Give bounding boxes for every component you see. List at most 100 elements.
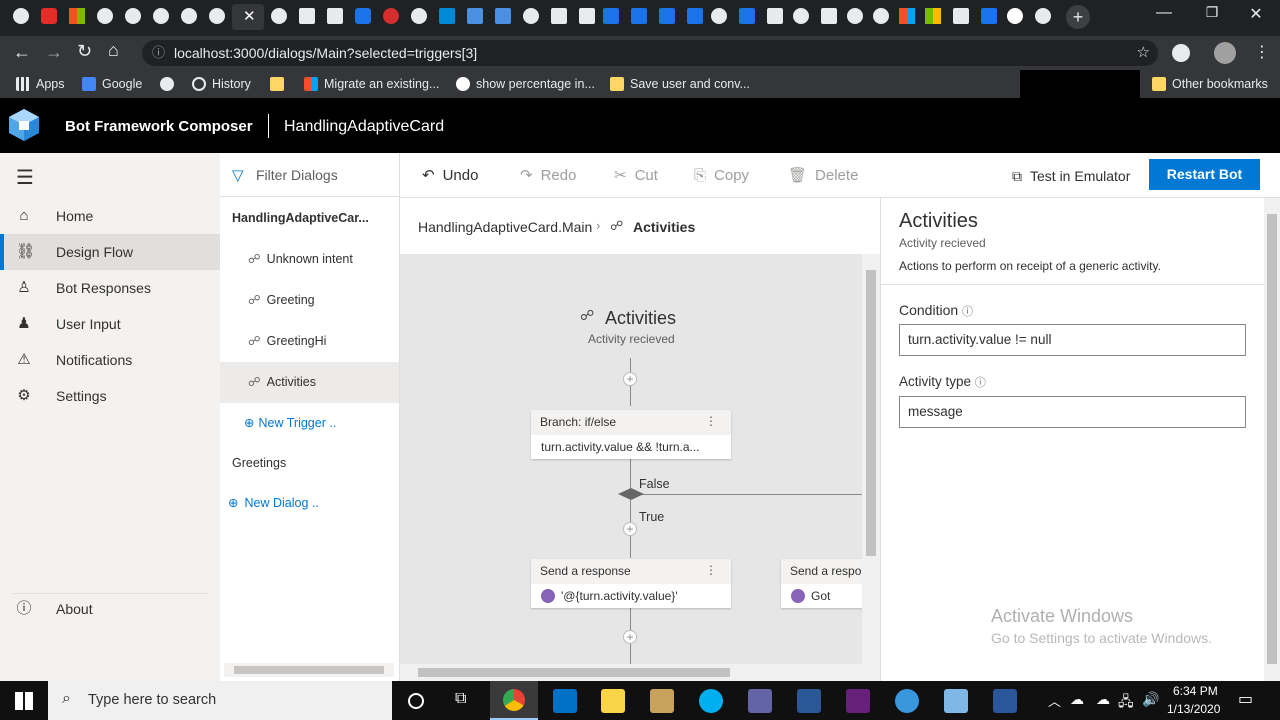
send-response-card[interactable]: Send a response ⋮ '@{turn.activity.value… (531, 559, 731, 608)
bookmark-save-user[interactable]: Save user and conv... (610, 76, 750, 92)
nav-bot-responses[interactable]: ♙ Bot Responses (0, 270, 220, 306)
tab-ne-2[interactable] (324, 5, 346, 27)
scroll-thumb[interactable] (418, 668, 730, 677)
notepad-icon[interactable] (944, 689, 968, 713)
tab-github[interactable] (10, 5, 32, 27)
word-icon[interactable] (993, 689, 1017, 713)
bookmark-migrate-2[interactable]: Migrate an existing... (304, 76, 439, 92)
trigger-activities[interactable]: ☍ Activities (220, 362, 399, 403)
app-icon[interactable] (650, 689, 674, 713)
tab-ne-4[interactable] (576, 5, 598, 27)
more-icon[interactable]: ⋮ (705, 414, 717, 428)
redo-button[interactable]: ↷ Redo (520, 167, 576, 185)
tab-github-9[interactable] (708, 5, 730, 27)
menu-dots-icon[interactable]: ⋮ (1254, 42, 1270, 62)
network-people-icon[interactable]: ☁ (1070, 691, 1084, 708)
outlook-icon[interactable] (553, 689, 577, 713)
tab-ne-6[interactable] (818, 5, 840, 27)
tab-web[interactable] (520, 5, 542, 27)
flow-canvas[interactable]: ☍ Activities Activity recieved + Branch:… (400, 254, 880, 664)
tab-misc[interactable] (790, 5, 812, 27)
scroll-thumb[interactable] (234, 666, 384, 674)
visual-studio-icon[interactable] (846, 689, 870, 713)
nav-notifications[interactable]: ⚠ Notifications (0, 342, 220, 378)
restart-bot-button[interactable]: Restart Bot (1149, 159, 1260, 190)
nav-user-input[interactable]: ♟ User Input (0, 306, 220, 342)
tab-active[interactable]: ✕ (232, 4, 264, 30)
delete-button[interactable]: 🗑 Delete (788, 167, 858, 185)
more-icon[interactable]: ⋮ (705, 563, 717, 577)
condition-input[interactable]: turn.activity.value != null (899, 324, 1246, 356)
hamburger-icon[interactable]: ☰ (16, 165, 34, 190)
test-emulator-button[interactable]: ⧉ Test in Emulator (1012, 167, 1130, 185)
tab-microsoft[interactable] (66, 5, 88, 27)
volume-icon[interactable]: 🔊 (1142, 691, 1159, 708)
tab-google[interactable] (1004, 5, 1026, 27)
dialog-main[interactable]: HandlingAdaptiveCar... (220, 198, 399, 239)
teams-icon[interactable] (748, 689, 772, 713)
skype-icon[interactable] (699, 689, 723, 713)
reload-icon[interactable]: ↻ (77, 41, 92, 62)
tab-github-4[interactable] (150, 5, 172, 27)
url-text[interactable]: localhost:3000/dialogs/Main?selected=tri… (174, 45, 477, 61)
tab-github-5[interactable] (178, 5, 200, 27)
back-icon[interactable]: ← (13, 42, 31, 63)
breadcrumb-current[interactable]: Activities (633, 219, 695, 235)
bookmark-history[interactable]: History (192, 76, 251, 92)
tab-bot-2[interactable] (628, 5, 650, 27)
onedrive-icon[interactable]: ☁ (1096, 691, 1110, 708)
bookmark-migrate[interactable] (270, 76, 290, 92)
tab-github-8[interactable] (408, 5, 430, 27)
clock-date[interactable]: 1/13/2020 (1167, 702, 1220, 716)
breadcrumb-root[interactable]: HandlingAdaptiveCard.Main (418, 219, 592, 235)
tab-github-7[interactable] (268, 5, 290, 27)
activity-type-input[interactable]: message (899, 396, 1246, 428)
tab-ne-5[interactable] (764, 5, 786, 27)
tab-k-2[interactable] (492, 5, 514, 27)
tab-youtube[interactable] (38, 5, 60, 27)
network-icon[interactable]: 🖧 (1118, 691, 1134, 715)
trigger-unknown-intent[interactable]: ☍ Unknown intent (220, 239, 399, 280)
dialog-list-scrollbar[interactable] (224, 663, 394, 677)
branch-card[interactable]: Branch: if/else ⋮ turn.activity.value &&… (531, 410, 731, 459)
scroll-thumb[interactable] (1267, 214, 1277, 664)
add-action-button[interactable]: + (623, 522, 637, 536)
tab-bot[interactable] (600, 5, 622, 27)
nav-home[interactable]: ⌂ Home (0, 198, 220, 234)
tab-azure[interactable] (436, 5, 458, 27)
new-tab-button[interactable]: + (1066, 5, 1090, 29)
taskbar-chrome[interactable] (490, 681, 538, 720)
add-action-button[interactable]: + (623, 372, 637, 386)
bookmark-google[interactable]: Google (82, 76, 142, 92)
extension-icon[interactable] (1172, 44, 1190, 62)
taskbar-search-box[interactable]: ⌕ Type here to search (48, 681, 392, 720)
cut-button[interactable]: ✂ Cut (614, 167, 658, 185)
copy-button[interactable]: ⎘ Copy (694, 167, 749, 185)
tab-ne-3[interactable] (548, 5, 570, 27)
powershell-icon[interactable] (797, 689, 821, 713)
nav-settings[interactable]: ⚙ Settings (0, 378, 220, 414)
tab-todo[interactable] (978, 5, 1000, 27)
add-action-button[interactable]: + (623, 630, 637, 644)
tab-bot-3[interactable] (656, 5, 678, 27)
clock-time[interactable]: 6:34 PM (1173, 684, 1218, 698)
panel-scrollbar[interactable] (1264, 198, 1280, 681)
trigger-greeting[interactable]: ☍ Greeting (220, 280, 399, 321)
tab-bot-4[interactable] (684, 5, 706, 27)
file-explorer-icon[interactable] (601, 689, 625, 713)
nav-design-flow[interactable]: ⛓ Design Flow (0, 234, 220, 270)
nav-about[interactable]: ⓘ About (0, 591, 220, 627)
close-window-button[interactable]: ✕ (1236, 4, 1276, 26)
tab-github-10[interactable] (870, 5, 892, 27)
home-page-icon[interactable]: ⌂ (108, 40, 119, 61)
tab-web-2[interactable] (844, 5, 866, 27)
bookmark-other[interactable]: Other bookmarks (1152, 76, 1268, 92)
tab-github-11[interactable] (1032, 5, 1054, 27)
tab-ne-7[interactable] (950, 5, 972, 27)
task-view-icon[interactable]: ⧉ (455, 690, 466, 708)
restore-button[interactable]: ❐ (1192, 4, 1232, 26)
cortana-icon[interactable] (408, 693, 424, 709)
tab-json[interactable] (352, 5, 374, 27)
undo-button[interactable]: ↶ Undo (422, 167, 478, 185)
tab-opera[interactable] (380, 5, 402, 27)
